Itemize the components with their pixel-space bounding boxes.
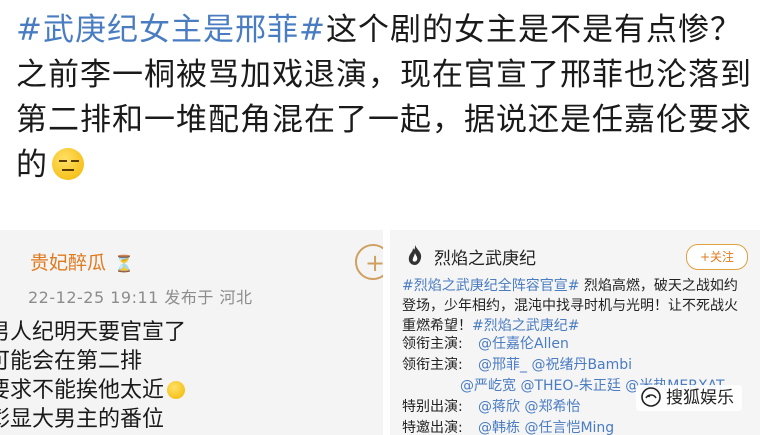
left-line: 要求不能挨他太近 <box>0 376 186 405</box>
sad-emoji-icon <box>167 381 186 399</box>
cast-names[interactable]: @邢菲_ @祝绪丹Bambi <box>478 357 632 373</box>
left-line: 男人纪明天要官宣了 <box>0 320 187 345</box>
left-username[interactable]: 贵妃醉瓜 <box>30 252 106 274</box>
left-username-row: 贵妃醉瓜 ⏳ <box>30 248 134 275</box>
flame-logo-icon <box>408 245 422 265</box>
smirk-emoji-icon <box>52 148 84 180</box>
left-follow-button[interactable]: + <box>355 244 383 280</box>
cast-names[interactable]: @任嘉伦Allen <box>478 336 569 352</box>
cast-row: 领衔主演: @邢菲_ @祝绪丹Bambi <box>402 357 633 373</box>
sohu-watermark: 搜狐娱乐 <box>636 385 742 411</box>
watermark-text: 搜狐娱乐 <box>666 388 734 408</box>
sohu-logo-icon <box>641 387 661 407</box>
post-hashtag[interactable]: #武庚纪女主是邢菲# <box>16 12 326 48</box>
right-account-name[interactable]: 烈焰之武庚纪 <box>434 244 536 269</box>
left-screenshot: 贵妃醉瓜 ⏳ 22-12-25 19:11 发布于 河北 + 男人纪明天要官宣了 … <box>0 230 383 435</box>
cast-row: 领衔主演: @任嘉伦Allen <box>402 336 569 352</box>
left-post-meta: 22-12-25 19:11 发布于 河北 <box>28 288 253 307</box>
right-post-body: #烈焰之武庚纪全阵容官宣# 烈焰高燃，破天之战如约登场，少年相约，混沌中找寻时机… <box>402 276 750 336</box>
left-post-lines: 男人纪明天要官宣了 可能会在第二排 要求不能挨他太近 彰显大男主的番位 <box>0 318 186 434</box>
right-follow-button[interactable]: +关注 <box>686 244 748 270</box>
hourglass-icon: ⏳ <box>114 254 134 273</box>
left-line: 彰显大男主的番位 <box>0 407 165 432</box>
left-line: 可能会在第二排 <box>0 349 143 374</box>
right-hashtag[interactable]: #烈焰之武庚纪全阵容官宣# <box>402 278 579 294</box>
cast-names[interactable]: @韩栋 @任言恺Ming <box>478 420 614 435</box>
cast-row: 特邀出演: @韩栋 @任言恺Ming <box>402 420 615 435</box>
cast-names[interactable]: @蒋欣 @郑希怡 <box>478 399 580 415</box>
right-hashtag-2[interactable]: #烈焰之武庚纪# <box>472 318 579 334</box>
post-text: #武庚纪女主是邢菲#这个剧的女主是不是有点惨？之前李一桐被骂加戏退演，现在官宣了… <box>16 8 756 188</box>
